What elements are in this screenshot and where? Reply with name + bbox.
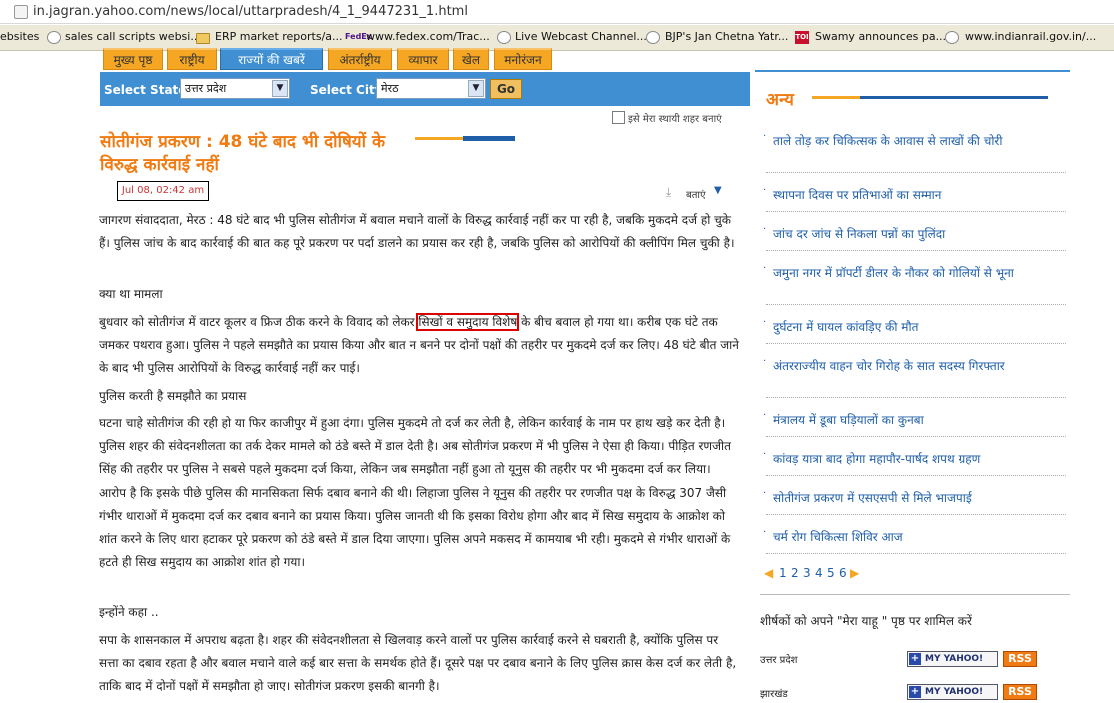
download-icon[interactable]: ⤓ bbox=[666, 185, 671, 200]
bookmark-item[interactable]: Live Webcast Channel... bbox=[515, 30, 647, 43]
sidebar-heading-divider bbox=[812, 96, 1048, 99]
news-link[interactable]: · कांवड़ यात्रा बाद होगा महापौर-पार्षद शप… bbox=[763, 449, 1066, 466]
location-selector-bar: Select State उत्तर प्रदेश ▼ Select City … bbox=[100, 72, 750, 106]
news-link[interactable]: · ताले तोड़ कर चिकित्सक के आवास से लाखों … bbox=[763, 131, 1066, 148]
tab-business[interactable]: व्यापार bbox=[397, 48, 449, 70]
divider bbox=[766, 304, 1066, 305]
globe-icon bbox=[945, 31, 959, 44]
prev-page-icon[interactable]: ◀ bbox=[764, 566, 773, 580]
news-link[interactable]: · मंत्रालय में डूबा घड़ियालों का कुनबा bbox=[763, 410, 1066, 427]
divider bbox=[766, 553, 1066, 554]
title-divider bbox=[415, 136, 515, 141]
globe-icon bbox=[497, 31, 511, 44]
sidebar-top-rule bbox=[755, 70, 1070, 72]
city-select[interactable]: मेरठ ▼ bbox=[376, 78, 486, 99]
bookmark-item[interactable]: BJP's Jan Chetna Yatr... bbox=[665, 30, 788, 43]
sidebar-heading: अन्य bbox=[766, 90, 794, 110]
bookmark-item[interactable]: sales call scripts websi... bbox=[65, 30, 201, 43]
address-bar[interactable]: in.jagran.yahoo.com/news/local/uttarprad… bbox=[0, 0, 1114, 24]
page-link[interactable]: 2 bbox=[791, 566, 799, 580]
state-label: Select State bbox=[104, 83, 187, 97]
globe-icon bbox=[47, 31, 61, 44]
news-link[interactable]: · जांच दर जांच से निकला पन्नों का पुलिंदा bbox=[763, 224, 1066, 241]
fedex-icon: FedEx bbox=[345, 32, 372, 41]
plus-icon: + bbox=[909, 686, 921, 698]
home-city-label: इसे मेरा स्थायी शहर बनाएं bbox=[628, 114, 722, 125]
divider bbox=[766, 475, 1066, 476]
city-select-value: मेरठ bbox=[381, 82, 399, 95]
divider bbox=[766, 250, 1066, 251]
paragraph-text: बुधवार को सोतीगंज में वाटर कूलर व फ्रिज … bbox=[99, 315, 419, 329]
bookmark-item[interactable]: ERP market reports/a... bbox=[215, 30, 343, 43]
page-favicon bbox=[14, 5, 28, 19]
page-link[interactable]: 4 bbox=[815, 566, 823, 580]
feed-label: उत्तर प्रदेश bbox=[760, 655, 798, 666]
tab-international[interactable]: अंतर्राष्ट्रीय bbox=[328, 48, 392, 70]
bookmark-item[interactable]: www.fedex.com/Trac... bbox=[366, 30, 490, 43]
page-link[interactable]: 3 bbox=[803, 566, 811, 580]
article-paragraph: घटना चाहे सोतीगंज की रही हो या फिर काजीप… bbox=[99, 416, 731, 570]
share-label[interactable]: बताएं bbox=[686, 187, 706, 201]
divider bbox=[766, 397, 1066, 398]
chevron-down-icon: ▼ bbox=[272, 80, 288, 97]
tab-states[interactable]: राज्यों की खबरें bbox=[220, 48, 323, 70]
rss-button[interactable]: RSS bbox=[1003, 684, 1037, 700]
add-to-my-yahoo-button[interactable]: + MY YAHOO! bbox=[907, 684, 998, 700]
divider bbox=[766, 343, 1066, 344]
bookmark-item[interactable]: www.indianrail.gov.in/... bbox=[965, 30, 1096, 43]
bookmark-item[interactable]: ebsites bbox=[0, 30, 39, 43]
section-heading: पुलिस करती है समझौते का प्रयास bbox=[99, 389, 247, 403]
city-label: Select City bbox=[310, 83, 383, 97]
bookmark-item[interactable]: Swamy announces pa... bbox=[815, 30, 946, 43]
news-link[interactable]: · चर्म रोग चिकित्सा शिविर आज bbox=[763, 527, 1066, 544]
section-heading: क्या था मामला bbox=[99, 287, 163, 301]
divider bbox=[760, 594, 1070, 595]
globe-icon bbox=[646, 31, 660, 44]
page-link[interactable]: 5 bbox=[827, 566, 835, 580]
plus-icon: + bbox=[909, 653, 921, 665]
news-link[interactable]: · सोतीगंज प्रकरण में एसएसपी से मिले भाजपा… bbox=[763, 488, 1066, 505]
highlighted-phrase: सिखों व समुदाय विशेष bbox=[416, 313, 520, 331]
article-paragraph: बुधवार को सोतीगंज में वाटर कूलर व फ्रिज … bbox=[99, 311, 739, 381]
chevron-down-icon[interactable]: ▼ bbox=[714, 185, 722, 196]
section-heading: इन्होंने कहा .. bbox=[99, 605, 159, 619]
url-text[interactable]: in.jagran.yahoo.com/news/local/uttarprad… bbox=[33, 4, 468, 19]
home-city-checkbox[interactable] bbox=[612, 111, 625, 124]
divider bbox=[766, 514, 1066, 515]
divider bbox=[766, 211, 1066, 212]
toi-icon: TOI bbox=[795, 31, 809, 44]
page-link[interactable]: 6 bbox=[839, 566, 847, 580]
article-paragraph: सपा के शासनकाल में अपराध बढ़ता है। शहर क… bbox=[99, 633, 737, 694]
divider bbox=[766, 436, 1066, 437]
article-date: Jul 08, 02:42 am bbox=[117, 181, 209, 201]
rss-button[interactable]: RSS bbox=[1003, 651, 1037, 667]
folder-icon bbox=[196, 33, 210, 44]
my-yahoo-heading: शीर्षकों को अपने "मेरा याहू " पृष्ठ पर श… bbox=[760, 614, 972, 628]
tab-entertainment[interactable]: मनोरंजन bbox=[494, 48, 552, 70]
divider bbox=[766, 172, 1066, 173]
state-select[interactable]: उत्तर प्रदेश ▼ bbox=[180, 78, 290, 99]
state-select-value: उत्तर प्रदेश bbox=[185, 82, 227, 95]
add-to-my-yahoo-button[interactable]: + MY YAHOO! bbox=[907, 651, 998, 667]
article-paragraph: जागरण संवाददाता, मेरठ : 48 घंटे बाद भी प… bbox=[99, 213, 735, 251]
page-link[interactable]: 1 bbox=[779, 566, 787, 580]
tab-home[interactable]: मुख्य पृष्ठ bbox=[103, 48, 163, 70]
news-link[interactable]: · जमुना नगर में प्रॉपर्टी डीलर के नौकर को… bbox=[763, 263, 1066, 280]
news-link[interactable]: · स्थापना दिवस पर प्रतिभाओं का सम्मान bbox=[763, 185, 1066, 202]
chevron-down-icon: ▼ bbox=[468, 80, 484, 97]
feed-label: झारखंड bbox=[760, 689, 788, 700]
next-page-icon[interactable]: ▶ bbox=[850, 566, 859, 580]
tab-sports[interactable]: खेल bbox=[453, 48, 489, 70]
news-link[interactable]: · अंतरराज्यीय वाहन चोर गिरोह के सात सदस्य… bbox=[763, 356, 1066, 373]
go-button[interactable]: Go bbox=[490, 79, 522, 99]
news-link[interactable]: · दुर्घटना में घायल कांवड़िए की मौत bbox=[763, 317, 1066, 334]
article-title: सोतीगंज प्रकरण : 48 घंटे बाद भी दोषियों … bbox=[100, 132, 386, 175]
tab-national[interactable]: राष्ट्रीय bbox=[167, 48, 217, 70]
